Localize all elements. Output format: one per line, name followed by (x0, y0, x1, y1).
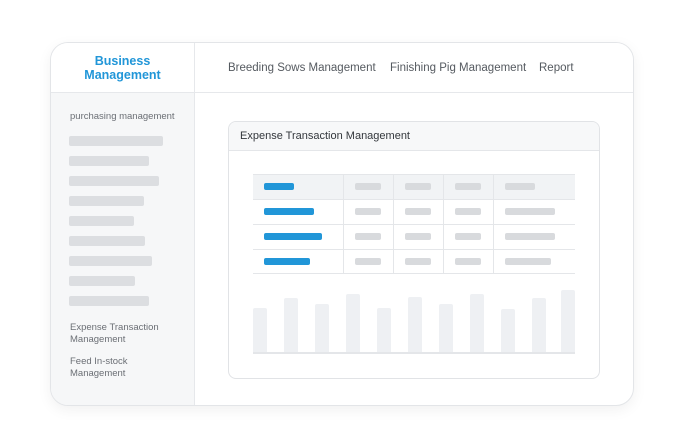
card-title: Expense Transaction Management (229, 122, 599, 151)
chart-bar (253, 308, 267, 352)
table-divider (253, 199, 575, 200)
table-cell (505, 208, 555, 215)
table-cell (405, 208, 431, 215)
placeholder-bar-chart (253, 284, 575, 354)
sidebar-item-label: Management (70, 334, 126, 345)
sidebar-placeholder-item[interactable] (69, 136, 163, 146)
sidebar-placeholder-item[interactable] (69, 256, 152, 266)
sidebar-item-label: Feed In-stock (70, 356, 128, 367)
table-header-cell (405, 183, 431, 190)
sidebar-item-feed-in-stock[interactable]: Feed In-stock Management (70, 356, 180, 380)
brand-line-2: Management (84, 67, 161, 82)
table-column-divider (343, 174, 344, 274)
placeholder-table (253, 174, 575, 274)
table-cell (264, 208, 314, 215)
sidebar-section-title[interactable]: purchasing management (70, 111, 175, 122)
chart-bar (470, 294, 484, 352)
table-cell (405, 233, 431, 240)
table-header-cell (355, 183, 381, 190)
chart-baseline (253, 352, 575, 354)
table-cell (505, 258, 551, 265)
sidebar-placeholder-item[interactable] (69, 276, 135, 286)
chart-bar (561, 290, 575, 352)
table-cell (455, 233, 481, 240)
chart-bar (284, 298, 298, 352)
sidebar-placeholder-item[interactable] (69, 216, 134, 226)
chart-bar (532, 298, 546, 352)
chart-bar (408, 297, 422, 352)
app-window: Business Management purchasing managemen… (50, 42, 634, 406)
table-divider (253, 174, 575, 175)
table-cell (264, 258, 310, 265)
brand-title[interactable]: Business Management (51, 43, 194, 93)
sidebar-placeholder-item[interactable] (69, 296, 149, 306)
table-divider (253, 224, 575, 225)
table-cell (355, 208, 381, 215)
table-header-cell (505, 183, 535, 190)
sidebar-item-expense-transaction[interactable]: Expense Transaction Management (70, 322, 180, 346)
sidebar-placeholder-item[interactable] (69, 236, 145, 246)
expense-card: Expense Transaction Management (228, 121, 600, 379)
nav-finishing-pig[interactable]: Finishing Pig Management (390, 62, 526, 74)
chart-bar (501, 309, 515, 352)
sidebar-placeholder-item[interactable] (69, 156, 149, 166)
table-column-divider (443, 174, 444, 274)
table-header-cell (264, 183, 294, 190)
table-cell (505, 233, 555, 240)
chart-bar (315, 304, 329, 352)
table-cell (405, 258, 431, 265)
brand-line-1: Business (94, 53, 151, 68)
top-nav: Breeding Sows Management Finishing Pig M… (195, 43, 633, 93)
sidebar-item-label: Expense Transaction (70, 322, 159, 333)
sidebar: Business Management purchasing managemen… (51, 43, 195, 405)
chart-bar (377, 308, 391, 352)
sidebar-item-label: Management (70, 368, 126, 379)
table-cell (455, 258, 481, 265)
chart-bar (346, 294, 360, 352)
table-cell (264, 233, 322, 240)
table-column-divider (393, 174, 394, 274)
table-cell (355, 233, 381, 240)
nav-report[interactable]: Report (539, 62, 574, 74)
table-divider (253, 273, 575, 274)
table-cell (455, 208, 481, 215)
sidebar-placeholder-item[interactable] (69, 196, 144, 206)
table-divider (253, 249, 575, 250)
sidebar-placeholder-item[interactable] (69, 176, 159, 186)
table-header-cell (455, 183, 481, 190)
table-cell (355, 258, 381, 265)
nav-breeding-sows[interactable]: Breeding Sows Management (228, 62, 376, 74)
table-column-divider (493, 174, 494, 274)
chart-bar (439, 304, 453, 352)
